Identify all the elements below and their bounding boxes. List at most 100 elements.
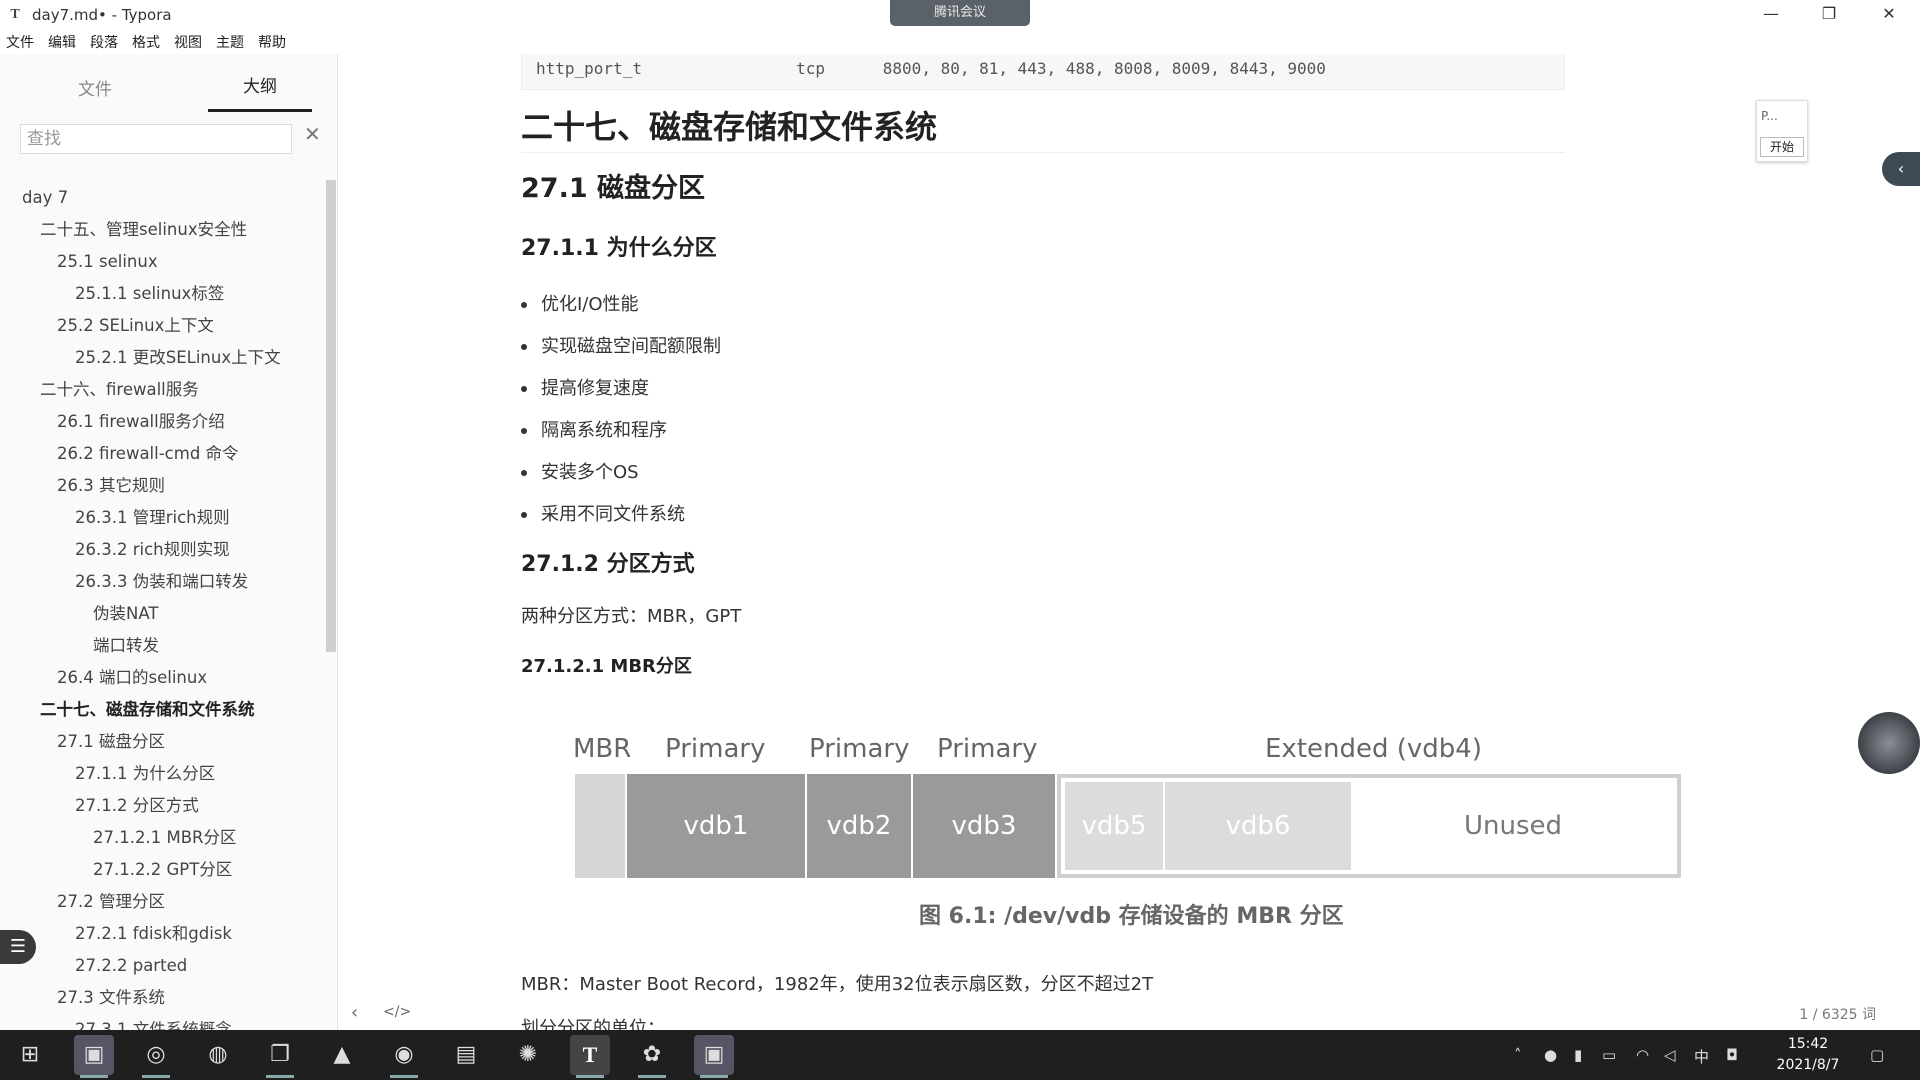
- minimize-button[interactable]: —: [1746, 0, 1796, 30]
- outline-item[interactable]: 二十五、管理selinux安全性: [0, 214, 326, 246]
- title-bar: T day7.md• - Typora 腾讯会议 — ❐ ✕: [0, 0, 1920, 30]
- outline-item[interactable]: day 7: [0, 182, 326, 214]
- system-clock[interactable]: 15:42 2021/8/7: [1768, 1034, 1848, 1076]
- segment-unused: Unused: [1463, 811, 1563, 841]
- image-app-icon[interactable]: ▣: [694, 1035, 734, 1078]
- photos-icon[interactable]: ▲: [322, 1035, 362, 1075]
- file-explorer-icon[interactable]: ▤: [446, 1035, 486, 1075]
- outline-item[interactable]: 27.3.1 文件系统概念: [0, 1014, 326, 1030]
- menu-format[interactable]: 格式: [132, 32, 160, 52]
- outline-item[interactable]: 27.1.2.1 MBR分区: [0, 822, 326, 854]
- outline-item[interactable]: 27.1.2 分区方式: [0, 790, 326, 822]
- outline-search-input[interactable]: 查找: [20, 124, 292, 154]
- segment-vdb3: vdb3: [913, 774, 1055, 878]
- code-block[interactable]: http_port_t tcp 8800, 80, 81, 443, 488, …: [521, 54, 1565, 90]
- list-item: 安装多个OS: [521, 452, 721, 494]
- menu-view[interactable]: 视图: [174, 32, 202, 52]
- outline-item[interactable]: 26.2 firewall-cmd 命令: [0, 438, 326, 470]
- source-code-toggle[interactable]: </>: [383, 1004, 411, 1020]
- chrome-icon[interactable]: ◎: [136, 1035, 176, 1078]
- chevron-left-icon[interactable]: ‹: [1882, 152, 1920, 186]
- label-primary-3: Primary: [937, 734, 1038, 764]
- clock-date: 2021/8/7: [1776, 1057, 1840, 1073]
- outline-item[interactable]: 26.4 端口的selinux: [0, 662, 326, 694]
- security-icon[interactable]: ◘: [1726, 1046, 1738, 1064]
- meeting-label: 腾讯会议: [933, 5, 986, 20]
- floating-mini-window[interactable]: P... 开始: [1756, 100, 1808, 162]
- close-button[interactable]: ✕: [1864, 0, 1914, 30]
- menu-file[interactable]: 文件: [6, 32, 34, 52]
- outline-item[interactable]: 二十六、firewall服务: [0, 374, 326, 406]
- network-icon[interactable]: ◠: [1636, 1046, 1649, 1064]
- outline-item[interactable]: 二十七、磁盘存储和文件系统: [0, 694, 326, 726]
- floating-title: P...: [1761, 109, 1778, 123]
- taskbar: ⊞ ▣ ◎ ◍ ❐ ▲ ◉ ▤ ✺ T ✿ ▣ ˄ ● ▮ ▭ ◠ ◁ 中 ◘ …: [0, 1030, 1920, 1080]
- wechat-icon[interactable]: ◍: [198, 1035, 238, 1075]
- heading-mbr: 27.1.2.1 MBR分区: [521, 656, 692, 677]
- outline-item[interactable]: 27.1.2.2 GPT分区: [0, 854, 326, 886]
- outline-item[interactable]: 26.3.2 rich规则实现: [0, 534, 326, 566]
- chevron-up-icon[interactable]: ˄: [1514, 1046, 1522, 1064]
- window-title: day7.md• - Typora: [32, 6, 172, 24]
- chevron-left-icon[interactable]: ‹: [351, 1002, 358, 1023]
- outline-list: day 7 二十五、管理selinux安全性 25.1 selinux 25.1.1 …: [0, 182, 326, 1030]
- outline-item[interactable]: 26.3.3 伪装和端口转发: [0, 566, 326, 598]
- menu-edit[interactable]: 编辑: [48, 32, 76, 52]
- outline-item[interactable]: 端口转发: [0, 630, 326, 662]
- camera-icon[interactable]: ●: [1544, 1046, 1557, 1064]
- heading-partition-method: 27.1.2 分区方式: [521, 552, 695, 577]
- start-button[interactable]: 开始: [1760, 137, 1804, 157]
- notification-icon[interactable]: ▢: [1870, 1046, 1884, 1064]
- outline-item[interactable]: 27.1.1 为什么分区: [0, 758, 326, 790]
- list-item: 实现磁盘空间配额限制: [521, 326, 721, 368]
- outline-item[interactable]: 25.2.1 更改SELinux上下文: [0, 342, 326, 374]
- label-primary-2: Primary: [809, 734, 910, 764]
- restore-button[interactable]: ❐: [1804, 0, 1854, 30]
- typora-icon[interactable]: T: [570, 1035, 610, 1078]
- ime-indicator[interactable]: 中: [1694, 1046, 1709, 1067]
- outline-item[interactable]: 27.1 磁盘分区: [0, 726, 326, 758]
- menu-help[interactable]: 帮助: [258, 32, 286, 52]
- outline-item[interactable]: 25.2 SELinux上下文: [0, 310, 326, 342]
- heading-h2: 27.1 磁盘分区: [521, 173, 706, 204]
- outline-item[interactable]: 27.3 文件系统: [0, 982, 326, 1014]
- outline-item[interactable]: 26.3 其它规则: [0, 470, 326, 502]
- volume-icon[interactable]: ◁: [1664, 1046, 1676, 1064]
- label-extended: Extended (vdb4): [1265, 734, 1482, 764]
- sidebar-scrollbar[interactable]: [326, 180, 336, 652]
- microphone-icon[interactable]: ▮: [1574, 1046, 1582, 1064]
- swirl-app-icon[interactable]: ✺: [508, 1035, 548, 1075]
- windows-start-icon[interactable]: ⊞: [10, 1035, 50, 1075]
- sidebar-toggle-icon[interactable]: ☰: [0, 930, 36, 964]
- avatar[interactable]: [1858, 712, 1920, 774]
- image-viewer-icon[interactable]: ▣: [74, 1035, 114, 1078]
- outline-item[interactable]: 伪装NAT: [0, 598, 326, 630]
- tab-outline[interactable]: 大纲: [208, 72, 312, 112]
- window-stack-icon[interactable]: ❐: [260, 1035, 300, 1078]
- meeting-icon[interactable]: ✿: [632, 1035, 672, 1078]
- editor-pane[interactable]: http_port_t tcp 8800, 80, 81, 443, 488, …: [339, 54, 1920, 1030]
- meeting-indicator[interactable]: 腾讯会议: [890, 0, 1030, 26]
- outline-item[interactable]: 25.1 selinux: [0, 246, 326, 278]
- tab-files[interactable]: 文件: [40, 75, 150, 112]
- bullet-list: 优化I/O性能 实现磁盘空间配额限制 提高修复速度 隔离系统和程序 安装多个OS…: [521, 284, 721, 536]
- word-count[interactable]: 1 / 6325 词: [1799, 1004, 1876, 1024]
- list-item: 优化I/O性能: [521, 284, 721, 326]
- outline-item[interactable]: 25.1.1 selinux标签: [0, 278, 326, 310]
- typora-app-icon: T: [10, 7, 20, 22]
- status-bar: ‹ </> 1 / 6325 词: [339, 998, 1920, 1030]
- outline-item[interactable]: 27.2.1 fdisk和gdisk: [0, 918, 326, 950]
- close-icon[interactable]: ✕: [304, 122, 321, 146]
- battery-icon[interactable]: ▭: [1602, 1046, 1616, 1064]
- heading-h1: 二十七、磁盘存储和文件系统: [521, 102, 1565, 153]
- outline-item[interactable]: 27.2.2 parted: [0, 950, 326, 982]
- segment-vdb5: vdb5: [1065, 782, 1163, 870]
- outline-item[interactable]: 27.2 管理分区: [0, 886, 326, 918]
- menu-theme[interactable]: 主题: [216, 32, 244, 52]
- outline-item[interactable]: 26.1 firewall服务介绍: [0, 406, 326, 438]
- menu-paragraph[interactable]: 段落: [90, 32, 118, 52]
- outline-item[interactable]: 26.3.1 管理rich规则: [0, 502, 326, 534]
- app-circle-icon[interactable]: ◉: [384, 1035, 424, 1078]
- method-text: 两种分区方式：MBR，GPT: [521, 606, 742, 627]
- figure-caption: 图 6.1: /dev/vdb 存储设备的 MBR 分区: [919, 904, 1344, 929]
